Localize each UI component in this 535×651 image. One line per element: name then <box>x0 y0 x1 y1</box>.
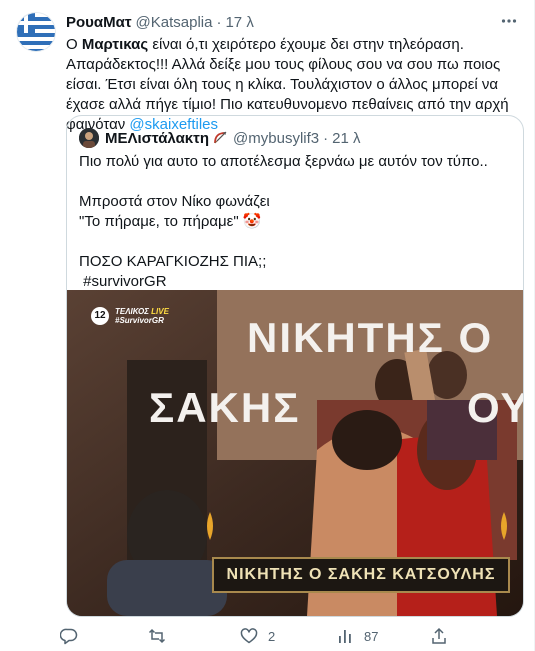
more-options-icon[interactable] <box>498 10 520 32</box>
retweet-button[interactable] <box>148 626 176 646</box>
quoted-display-name[interactable]: ΜΕΛιστάλακτη <box>105 130 209 147</box>
separator-dot: · <box>216 13 222 31</box>
like-count: 2 <box>268 628 276 644</box>
quoted-media-image[interactable]: 12 ΤΕΛΙΚΟΣ LIVE #SurvivorGR ΝΙΚΗΤΗΣ Ο ΣΑ… <box>67 290 523 616</box>
views-count: 87 <box>364 628 379 644</box>
live-badge-hashtag: #SurvivorGR <box>115 316 164 325</box>
winner-banner-text: ΝΙΚΗΤΗΣ Ο ΣΑΚΗΣ ΚΑΤΣΟΥΛΗΣ <box>226 566 496 583</box>
retweet-icon[interactable] <box>148 627 166 645</box>
reply-button[interactable] <box>60 626 88 646</box>
like-button[interactable]: 2 <box>240 626 275 646</box>
tweet-header: ΡουαΜατ @Katsaplia · 17 λ <box>66 12 254 32</box>
quoted-tweet-text: Πιο πολύ για αυτο το αποτέλεσμα ξερνάω μ… <box>79 153 488 290</box>
timestamp[interactable]: 17 λ <box>225 14 253 31</box>
channel-logo: 12 <box>94 310 106 321</box>
display-name[interactable]: ΡουαΜατ <box>66 14 132 31</box>
backdrop-text-line2-tail: ΟΥ <box>467 384 523 431</box>
heart-icon[interactable] <box>240 627 258 645</box>
backdrop-text-line1: ΝΙΚΗΤΗΣ Ο <box>247 314 494 361</box>
reply-icon[interactable] <box>60 627 78 645</box>
action-bar: 2 87 <box>60 626 460 646</box>
quoted-separator: · <box>323 129 329 147</box>
tweet-text-bold: Μαρτικας <box>81 36 149 53</box>
share-button[interactable] <box>430 626 448 646</box>
views-button[interactable]: 87 <box>336 626 378 646</box>
live-badge-live: LIVE <box>151 307 169 316</box>
backdrop-text-line2: ΣΑΚΗΣ <box>149 384 301 431</box>
share-icon[interactable] <box>430 627 448 645</box>
quoted-avatar[interactable] <box>79 128 99 148</box>
quoted-tweet-header: ΜΕΛιστάλακτη @mybusylif3 · 21 λ <box>79 128 361 148</box>
bow-arrow-icon <box>212 130 228 146</box>
greek-flag-icon[interactable] <box>16 12 56 52</box>
quoted-timestamp[interactable]: 21 λ <box>332 130 360 147</box>
views-chart-icon[interactable] <box>336 627 354 645</box>
tweet-card[interactable]: ΡουαΜατ @Katsaplia · 17 λ Ο Μαρτικας είν… <box>0 0 535 651</box>
live-badge: ΤΕΛΙΚΟΣ LIVE #SurvivorGR <box>115 307 169 325</box>
handle[interactable]: @Katsaplia <box>136 14 213 31</box>
tweet-text-part1: Ο <box>66 36 82 53</box>
quoted-tweet[interactable]: ΜΕΛιστάλακτη @mybusylif3 · 21 λ Πιο πολύ… <box>66 115 524 617</box>
quoted-handle[interactable]: @mybusylif3 <box>233 130 319 147</box>
live-badge-title: ΤΕΛΙΚΟΣ <box>115 307 149 316</box>
